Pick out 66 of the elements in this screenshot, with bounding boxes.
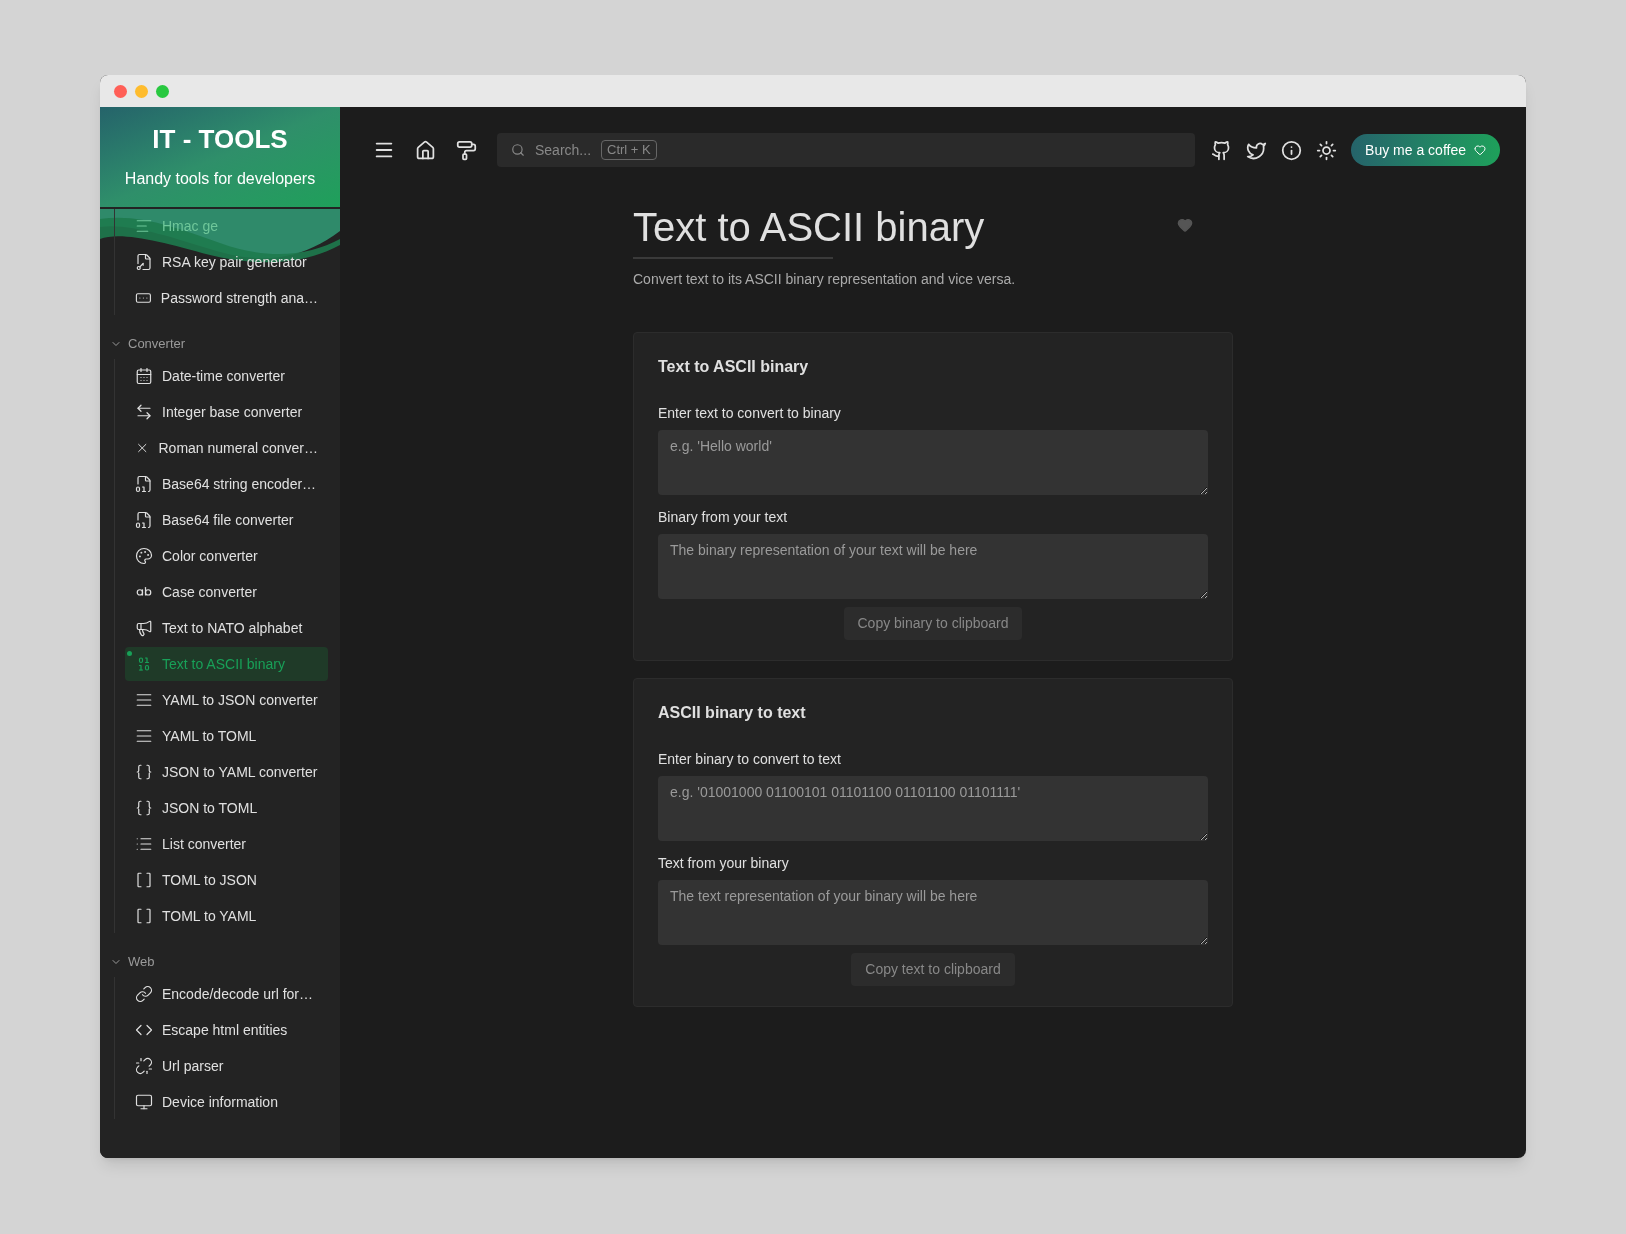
- sidebar-item[interactable]: Integer base converter: [125, 395, 328, 429]
- sidebar-item[interactable]: Device information: [125, 1085, 328, 1119]
- field-label: Text from your binary: [658, 854, 790, 873]
- sidebar-item[interactable]: Date-time converter: [125, 359, 328, 393]
- field-label: Enter binary to convert to text: [658, 750, 842, 769]
- sidebar-item[interactable]: Text to ASCII binary: [125, 647, 328, 681]
- sidebar-item[interactable]: Roman numeral conver…: [125, 431, 328, 465]
- lines-icon: [135, 217, 153, 235]
- search-icon: [511, 143, 525, 157]
- sidebar-item[interactable]: List converter: [125, 827, 328, 861]
- brackets-icon: [135, 907, 153, 925]
- sidebar-item[interactable]: Url parser: [125, 1049, 328, 1083]
- monitor-icon: [135, 1093, 153, 1111]
- lines-icon: [135, 691, 153, 709]
- sidebar-item[interactable]: Encode/decode url for…: [125, 977, 328, 1011]
- link-icon: [135, 985, 153, 1003]
- field-label: Enter text to convert to binary: [658, 404, 842, 423]
- braces-icon: [135, 763, 153, 781]
- search-field[interactable]: Search... Ctrl + K: [497, 133, 1196, 167]
- home-icon[interactable]: [415, 139, 436, 161]
- sidebar-item[interactable]: Color converter: [125, 539, 328, 573]
- heart-icon: [1474, 144, 1486, 156]
- list-icon: [135, 835, 153, 853]
- card-title: Text to ASCII binary: [658, 357, 810, 377]
- paint-roller-icon[interactable]: [456, 139, 477, 161]
- binary-file-icon: [135, 511, 153, 529]
- text-area[interactable]: The text representation of your binary will be here: [658, 880, 1208, 945]
- card-title: ASCII binary to text: [658, 703, 807, 723]
- text-area[interactable]: The binary representation of your text will be here: [658, 534, 1208, 599]
- lines-icon: [135, 727, 153, 745]
- palette-icon: [135, 547, 153, 565]
- theme-icon[interactable]: [1316, 139, 1338, 161]
- sidebar-item[interactable]: JSON to TOML: [125, 791, 328, 825]
- text-area[interactable]: e.g. '01001000 01100101 01101100 01101100 01101111': [658, 776, 1208, 841]
- sidebar-item[interactable]: Case converter: [125, 575, 328, 609]
- arrows-icon: [135, 403, 153, 421]
- page-description: Convert text to its ASCII binary representation and vice versa.: [633, 270, 1017, 289]
- sidebar-item[interactable]: TOML to JSON: [125, 863, 328, 897]
- sidebar-item[interactable]: RSA key pair generator: [125, 245, 328, 279]
- section-header[interactable]: Web: [100, 949, 340, 975]
- sidebar-item[interactable]: Escape html entities: [125, 1013, 328, 1047]
- certificate-icon: [135, 253, 153, 271]
- megaphone-icon: [135, 619, 153, 637]
- sidebar-item[interactable]: Password strength ana…: [125, 281, 328, 315]
- sidebar-item[interactable]: Base64 file converter: [125, 503, 328, 537]
- sidebar-header: IT - TOOLS Handy tools for developers: [100, 107, 340, 207]
- page-title: Text to ASCII binary: [633, 204, 985, 251]
- sidebar-item[interactable]: Base64 string encoder…: [125, 467, 328, 501]
- sidebar-item[interactable]: JSON to YAML converter: [125, 755, 328, 789]
- binary-file-icon: [135, 475, 153, 493]
- coffee-button[interactable]: Buy me a coffee: [1351, 134, 1500, 166]
- text-area[interactable]: e.g. 'Hello world': [658, 430, 1208, 495]
- brackets-icon: [135, 871, 153, 889]
- section-header[interactable]: Converter: [100, 331, 340, 357]
- shortcut-hint: Ctrl + K: [601, 140, 657, 160]
- sidebar-item[interactable]: YAML to JSON converter: [125, 683, 328, 717]
- broken-link-icon: [135, 1057, 153, 1075]
- sidebar-item[interactable]: TOML to YAML: [125, 899, 328, 933]
- calendar-icon: [135, 367, 153, 385]
- copy-button[interactable]: Copy binary to clipboard: [843, 607, 1023, 640]
- sidebar-item[interactable]: YAML to TOML: [125, 719, 328, 753]
- sidebar-item[interactable]: Text to NATO alphabet: [125, 611, 328, 645]
- braces-icon: [135, 799, 153, 817]
- field-label: Binary from your text: [658, 508, 789, 527]
- copy-button[interactable]: Copy text to clipboard: [851, 953, 1015, 986]
- info-icon[interactable]: [1281, 139, 1303, 161]
